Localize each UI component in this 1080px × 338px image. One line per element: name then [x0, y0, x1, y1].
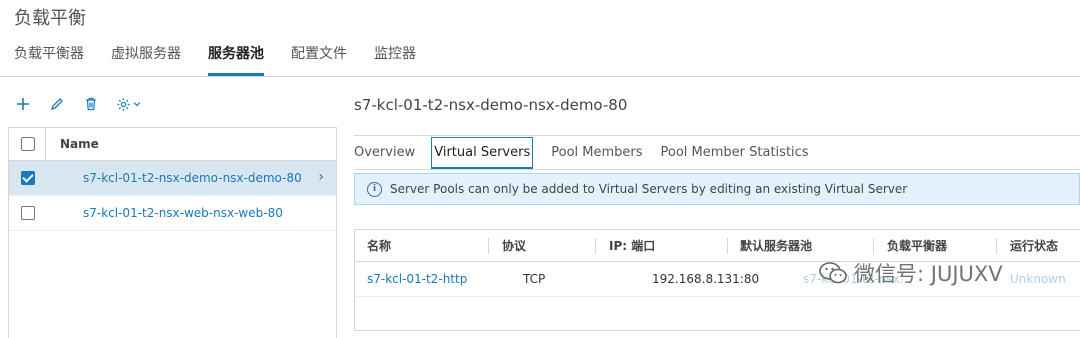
column-header-name[interactable]: 名称 — [367, 237, 391, 254]
delete-button[interactable] — [78, 94, 104, 114]
tab-monitors[interactable]: 监控器 — [374, 44, 416, 76]
tab-overview[interactable]: Overview — [354, 137, 415, 169]
column-header-status[interactable]: 运行状态 — [1010, 237, 1058, 254]
trash-icon — [86, 97, 96, 111]
column-header-protocol[interactable]: 协议 — [502, 237, 526, 254]
detail-divider — [354, 135, 1080, 136]
list-item-label[interactable]: s7-kcl-01-t2-nsx-web-nsx-web-80 — [83, 206, 283, 220]
row-checkbox[interactable] — [21, 171, 35, 185]
page-title: 负载平衡 — [14, 8, 86, 29]
list-item[interactable]: s7-kcl-01-t2-nsx-web-nsx-web-80 — [9, 196, 336, 231]
column-separator — [45, 128, 46, 160]
protocol-cell: TCP — [523, 272, 546, 286]
tab-virtual-servers[interactable]: 虚拟服务器 — [111, 44, 181, 76]
main-tabs: 负载平衡器 虚拟服务器 服务器池 配置文件 监控器 — [14, 44, 443, 76]
tab-pool-members[interactable]: Pool Members — [551, 137, 642, 169]
tab-server-pools[interactable]: 服务器池 — [208, 44, 264, 76]
virtual-server-link[interactable]: s7-kcl-01-t2-http — [367, 272, 467, 286]
detail-title: s7-kcl-01-t2-nsx-demo-nsx-demo-80 — [354, 96, 628, 114]
status-cell: Unknown — [1010, 272, 1066, 286]
table-row: s7-kcl-01-t2-http TCP 192.168.8.131:80 s… — [355, 262, 1080, 297]
tab-profiles[interactable]: 配置文件 — [291, 44, 347, 76]
edit-button[interactable] — [44, 94, 70, 114]
info-text: Server Pools can only be added to Virtua… — [390, 182, 908, 196]
gear-icon — [116, 97, 130, 111]
plus-icon — [17, 98, 29, 110]
column-separator — [595, 238, 596, 254]
subtabs-divider — [354, 169, 1080, 170]
column-separator — [727, 238, 728, 254]
column-header-load-balancer[interactable]: 负载平衡器 — [887, 237, 947, 254]
column-separator — [873, 238, 874, 254]
chevron-down-icon — [133, 102, 140, 107]
list-item[interactable]: s7-kcl-01-t2-nsx-demo-nsx-demo-80 › — [9, 161, 336, 196]
add-button[interactable] — [10, 94, 36, 114]
select-all-checkbox[interactable] — [21, 137, 35, 151]
list-item-label[interactable]: s7-kcl-01-t2-nsx-demo-nsx-demo-80 — [83, 171, 302, 185]
name-column-header[interactable]: Name — [60, 137, 99, 151]
chevron-right-icon: › — [318, 169, 324, 185]
tab-virtual-servers[interactable]: Virtual Servers — [431, 137, 534, 170]
info-banner: i Server Pools can only be added to Virt… — [354, 173, 1080, 205]
list-header: Name — [9, 128, 336, 161]
default-pool-link[interactable]: s7-kcl-01-t2-nsx... — [803, 272, 911, 286]
column-separator — [996, 238, 997, 254]
detail-tabs: Overview Virtual Servers Pool Members Po… — [354, 137, 827, 170]
grid-header: 名称 协议 IP: 端口 默认服务器池 负载平衡器 运行状态 — [355, 230, 1080, 262]
list-toolbar — [10, 94, 152, 114]
tab-load-balancers[interactable]: 负载平衡器 — [14, 44, 84, 76]
column-header-ip-port[interactable]: IP: 端口 — [609, 237, 655, 254]
tabs-divider — [0, 76, 1080, 77]
info-icon: i — [367, 181, 382, 197]
column-header-default-pool[interactable]: 默认服务器池 — [740, 237, 812, 254]
column-separator — [488, 238, 489, 254]
ip-port-cell: 192.168.8.131:80 — [652, 272, 760, 286]
settings-button[interactable] — [112, 94, 144, 114]
server-pool-list: Name s7-kcl-01-t2-nsx-demo-nsx-demo-80 ›… — [8, 127, 337, 338]
row-checkbox[interactable] — [21, 206, 35, 220]
virtual-servers-grid: 名称 协议 IP: 端口 默认服务器池 负载平衡器 运行状态 s7-kcl-01… — [354, 229, 1080, 331]
pencil-icon — [50, 98, 63, 111]
tab-pool-member-statistics[interactable]: Pool Member Statistics — [661, 137, 809, 169]
